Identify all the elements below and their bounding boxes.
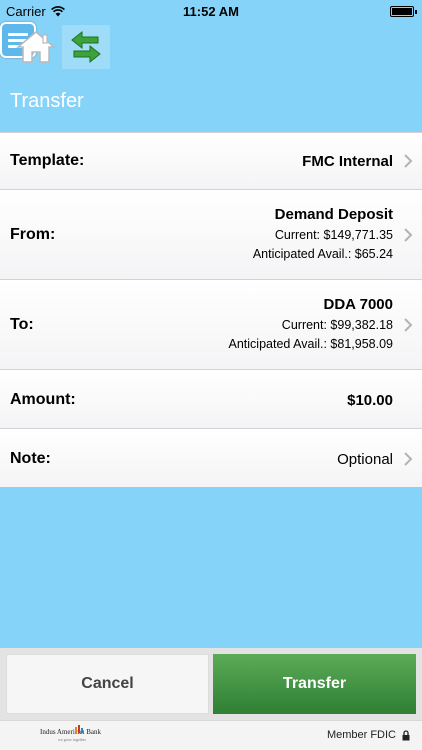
chevron-right-icon: [404, 154, 413, 168]
footer: Indus American Bank we grow together Mem…: [0, 720, 422, 750]
status-bar: Carrier 11:52 AM: [0, 0, 422, 22]
bank-logo: Indus American Bank we grow together: [40, 725, 102, 742]
to-current-balance: Current: $99,382.18: [281, 318, 393, 332]
member-fdic-label: Member FDIC: [326, 729, 396, 741]
chevron-right-icon: [404, 318, 413, 332]
template-value: FMC Internal: [302, 153, 393, 170]
transfer-form: Template: FMC Internal From: Demand Depo…: [0, 132, 422, 488]
chevron-right-icon: [404, 228, 413, 242]
from-anticipated-balance: Anticipated Avail.: $65.24: [252, 247, 393, 261]
note-label: Note:: [10, 450, 51, 467]
to-label: To:: [10, 316, 34, 333]
member-fdic: Member FDIC: [327, 729, 410, 741]
transfer-nav-button[interactable]: [62, 25, 110, 69]
transfer-arrows-icon: [71, 30, 101, 64]
to-account-row[interactable]: To: DDA 7000 Current: $99,382.18 Anticip…: [0, 280, 422, 370]
page-title: Transfer: [10, 90, 84, 112]
lock-icon: [402, 729, 410, 740]
bank-tagline: we grow together: [58, 737, 86, 742]
amount-value[interactable]: $10.00: [347, 392, 393, 409]
template-label: Template:: [10, 152, 85, 169]
chevron-right-icon: [404, 452, 413, 466]
amount-row[interactable]: Amount: $10.00: [0, 370, 422, 429]
template-row[interactable]: Template: FMC Internal: [0, 132, 422, 190]
note-row[interactable]: Note: Optional: [0, 429, 422, 488]
toolbar: [0, 22, 422, 72]
to-account-name: DDA 7000: [323, 296, 393, 313]
title-bar: Transfer: [0, 72, 422, 132]
bank-name: Indus American Bank: [40, 728, 102, 736]
battery-icon: [390, 6, 417, 17]
note-placeholder: Optional: [337, 451, 393, 468]
status-time: 11:52 AM: [183, 4, 239, 19]
home-icon: [16, 31, 56, 63]
bank-logo-icon: [75, 725, 83, 733]
from-account-name: Demand Deposit: [274, 206, 393, 223]
empty-area: [0, 487, 422, 648]
to-anticipated-balance: Anticipated Avail.: $81,958.09: [228, 337, 393, 351]
transfer-button[interactable]: Transfer: [213, 654, 416, 714]
from-current-balance: Current: $149,771.35: [274, 228, 393, 242]
amount-label: Amount:: [10, 391, 76, 408]
from-account-row[interactable]: From: Demand Deposit Current: $149,771.3…: [0, 190, 422, 280]
from-label: From:: [10, 226, 56, 243]
action-bar: Cancel Transfer: [0, 648, 422, 720]
cancel-button[interactable]: Cancel: [6, 654, 209, 714]
home-button[interactable]: [12, 25, 60, 69]
